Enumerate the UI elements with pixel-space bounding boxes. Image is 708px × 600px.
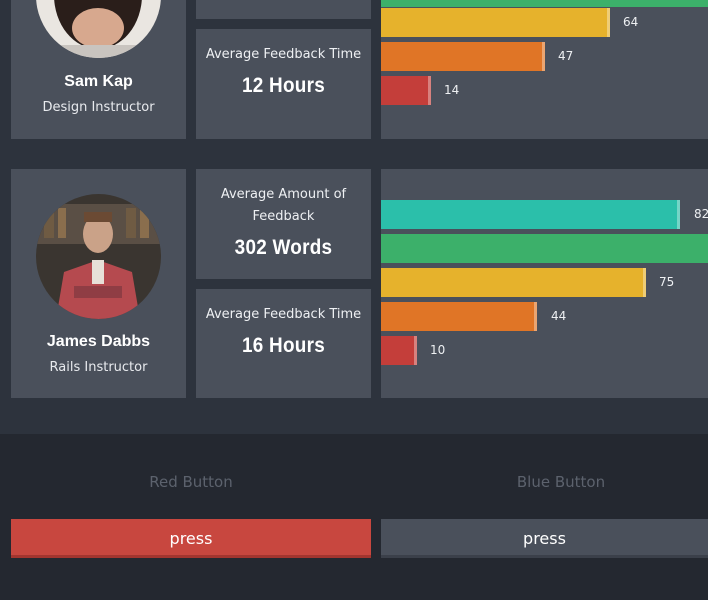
feedback-time-label: Average Feedback Time bbox=[205, 307, 362, 322]
bar-value-label: 64 bbox=[623, 15, 639, 29]
blue-button-title: Blue Button bbox=[516, 473, 606, 491]
instructor-name: James Dabbs bbox=[46, 333, 151, 350]
chart-bar bbox=[381, 76, 431, 105]
instructor-card-james: James Dabbs Rails Instructor bbox=[11, 169, 186, 398]
feedback-time-value: 16 Hours bbox=[241, 334, 326, 357]
bar-value-label: 10 bbox=[430, 343, 446, 357]
bar-value-label: 75 bbox=[659, 275, 675, 289]
feedback-amount-card: Average Amount of Feedback 302 Words bbox=[196, 169, 371, 279]
chart-bar bbox=[381, 268, 646, 297]
chart-bar bbox=[381, 8, 610, 37]
feedback-time-card: Average Feedback Time 12 Hours bbox=[196, 29, 371, 139]
instructor-role: Design Instructor bbox=[42, 100, 155, 115]
feedback-chart: 64 47 14 bbox=[381, 0, 708, 139]
feedback-time-card: Average Feedback Time 16 Hours bbox=[196, 289, 371, 398]
avatar bbox=[36, 194, 161, 319]
feedback-amount-label: Average Amount of Feedback bbox=[220, 187, 347, 224]
red-button-title: Red Button bbox=[149, 473, 233, 491]
instructor-name: Sam Kap bbox=[64, 73, 133, 90]
feedback-time-value: 12 Hours bbox=[241, 74, 326, 97]
stat-card-top-cut bbox=[196, 0, 371, 19]
feedback-time-label: Average Feedback Time bbox=[205, 47, 362, 62]
red-press-button[interactable]: press bbox=[11, 519, 371, 558]
button-section bbox=[0, 434, 708, 600]
bar-value-label: 47 bbox=[558, 49, 574, 63]
feedback-amount-value: 302 Words bbox=[234, 236, 333, 259]
chart-bar bbox=[381, 302, 537, 331]
chart-bar bbox=[381, 42, 545, 71]
bar-value-label: 44 bbox=[551, 309, 567, 323]
blue-press-button[interactable]: press bbox=[381, 519, 708, 558]
bar-value-label: 14 bbox=[444, 83, 460, 97]
chart-bar bbox=[381, 0, 708, 7]
instructor-card-sam: Sam Kap Design Instructor bbox=[11, 0, 186, 139]
avatar bbox=[36, 0, 161, 58]
instructor-role: Rails Instructor bbox=[49, 360, 148, 375]
chart-bar bbox=[381, 336, 417, 365]
feedback-chart: 82 75 44 10 bbox=[381, 169, 708, 398]
chart-bar bbox=[381, 234, 708, 263]
bar-value-label: 82 bbox=[694, 207, 708, 221]
chart-bar bbox=[381, 200, 680, 229]
